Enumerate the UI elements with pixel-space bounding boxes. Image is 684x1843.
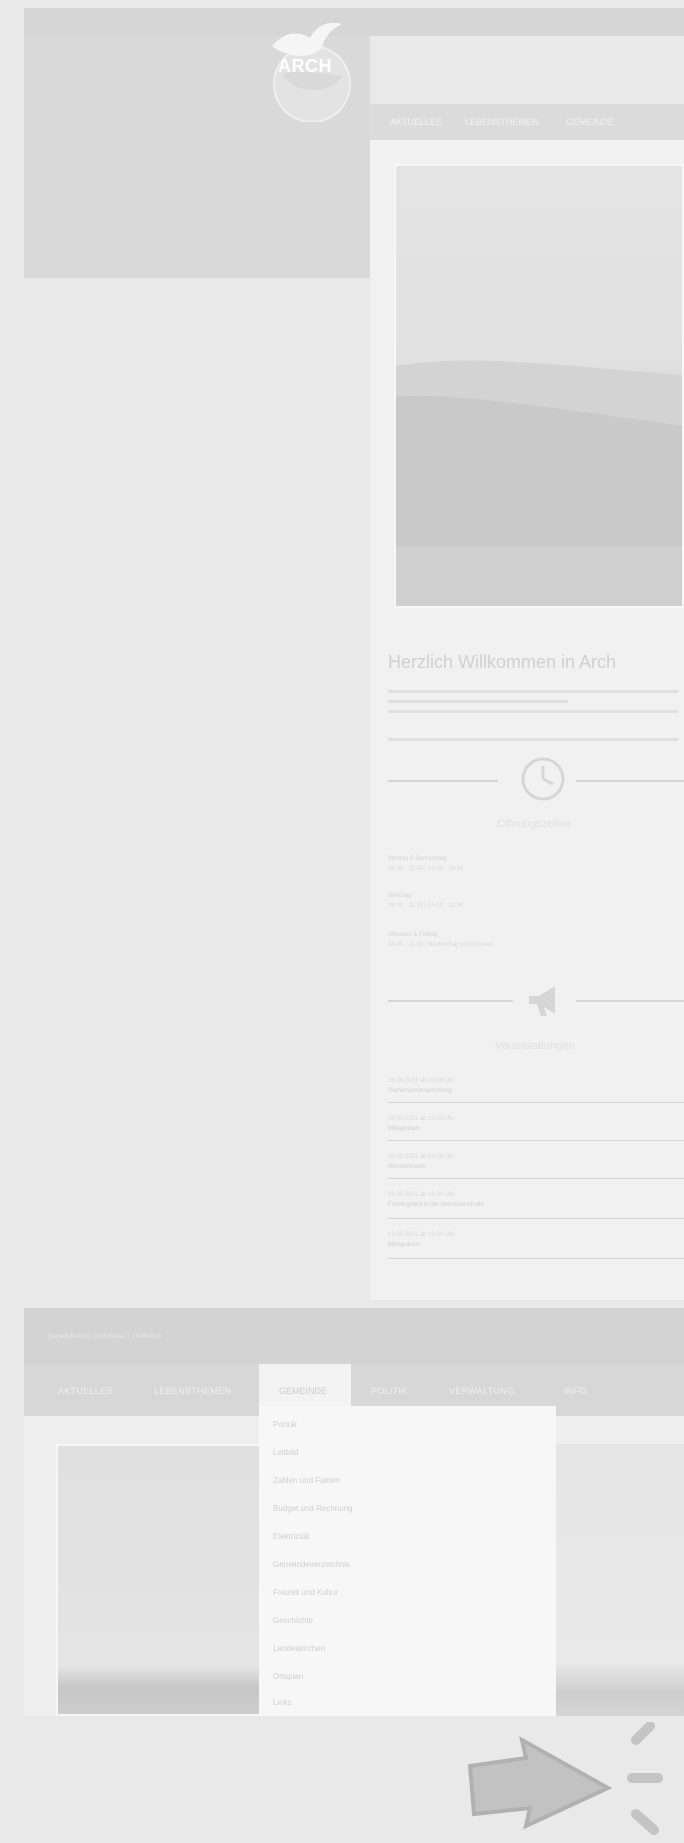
welcome-title: Herzlich Willkommen in Arch bbox=[388, 652, 617, 672]
nav-item-gemeinde-label: GEMEINDE bbox=[279, 1386, 328, 1396]
dropdown-item-freizeit-und-kultur[interactable]: Freizeit und Kultur bbox=[273, 1588, 338, 1597]
top-navigation: AKTUELLES LEBENSTHEMEN GEMEINDE bbox=[370, 104, 684, 140]
logo-wordmark: ARCH bbox=[278, 56, 332, 76]
event-separator bbox=[388, 1140, 684, 1141]
hours-label: Mittwoch & Freitag bbox=[388, 932, 438, 938]
hours-label: Dienstag bbox=[388, 893, 412, 899]
event-name[interactable]: Frühlingsfest in der Mehrzweckhalle bbox=[388, 1202, 484, 1208]
dropdown-item-links[interactable]: Links bbox=[273, 1698, 292, 1707]
divider bbox=[388, 780, 498, 782]
landscape-hills-illustration bbox=[396, 360, 682, 606]
dropdown-item-landeskirchen[interactable]: Landeskirchen bbox=[273, 1644, 325, 1653]
event-name[interactable]: Gemeindeversammlung bbox=[388, 1088, 452, 1094]
event-date: 12.05.2021 ab 12.00 Uhr bbox=[388, 1232, 455, 1238]
footer-address: Gemeinde Arch | Dorfstrasse 7 | 3296 Arc… bbox=[48, 1334, 162, 1340]
event-name[interactable]: Mittagstisch bbox=[388, 1242, 420, 1248]
event-separator bbox=[388, 1178, 684, 1179]
lower-hero-photo bbox=[56, 1444, 261, 1716]
clock-icon bbox=[520, 756, 566, 807]
divider bbox=[576, 1000, 684, 1002]
dropdown-item-budget-und-rechnung[interactable]: Budget und Rechnung bbox=[273, 1504, 353, 1513]
nav-item-politik[interactable]: POLITIK bbox=[371, 1386, 408, 1396]
dropdown-item-zahlen-und-fakten[interactable]: Zahlen und Fakten bbox=[273, 1476, 340, 1485]
footer-band: Gemeinde Arch | Dorfstrasse 7 | 3296 Arc… bbox=[24, 1308, 684, 1366]
events-title: Veranstaltungen bbox=[495, 1040, 575, 1052]
megaphone-icon bbox=[525, 980, 565, 1025]
event-separator bbox=[388, 1102, 684, 1103]
event-name[interactable]: Wochenmarkt bbox=[388, 1164, 425, 1170]
dropdown-item-geschichte[interactable]: Geschichte bbox=[273, 1616, 313, 1625]
opening-hours-title: Öffnungszeiten bbox=[497, 818, 571, 830]
text-line bbox=[388, 690, 678, 693]
gemeinde-dropdown-menu: Porträt Leitbild Zahlen und Fakten Budge… bbox=[259, 1406, 556, 1716]
event-separator bbox=[388, 1258, 684, 1259]
divider bbox=[576, 780, 684, 782]
event-date: 05.05.2021 ab 09.00 Uhr bbox=[388, 1154, 455, 1160]
text-line bbox=[388, 700, 568, 703]
nav-item-info[interactable]: INFO bbox=[564, 1386, 587, 1396]
dropdown-item-leitbild[interactable]: Leitbild bbox=[273, 1448, 298, 1457]
dropdown-item-gemeindeverzeichnis[interactable]: Gemeindeverzeichnis bbox=[273, 1560, 350, 1569]
event-date: 26.04.2021 ab 20.00 Uhr bbox=[388, 1078, 455, 1084]
hours-label: Montag & Donnerstag bbox=[388, 856, 447, 862]
event-date: 29.04.2021 ab 19.00 Uhr bbox=[388, 1116, 455, 1122]
divider bbox=[388, 1000, 513, 1002]
top-nav-item-lebensthemen[interactable]: LEBENSTHEMEN bbox=[465, 117, 539, 127]
nav-item-verwaltung[interactable]: VERWALTUNG bbox=[449, 1386, 514, 1396]
event-date: 08.05.2021 ab 10.00 Uhr bbox=[388, 1192, 455, 1198]
hours-value: 08.30 - 11.30 / 14.00 - 16.30 bbox=[388, 866, 464, 872]
nav-item-aktuelles[interactable]: AKTUELLES bbox=[58, 1386, 113, 1396]
hours-value: 08.30 - 11.30 / Nachmittag geschlossen bbox=[388, 942, 494, 948]
top-nav-item-gemeinde[interactable]: GEMEINDE bbox=[566, 117, 614, 127]
hours-value: 08.30 - 11.30 / 14.00 - 18.00 bbox=[388, 903, 464, 909]
top-nav-item-aktuelles[interactable]: AKTUELLES bbox=[390, 117, 442, 127]
site-logo[interactable]: ARCH bbox=[254, 12, 360, 123]
lower-hero-photo-continuation bbox=[556, 1444, 684, 1716]
nav-item-lebensthemen[interactable]: LEBENSTHEMEN bbox=[154, 1386, 231, 1396]
dropdown-item-portraet[interactable]: Porträt bbox=[273, 1420, 297, 1429]
hero-landscape-photo bbox=[394, 164, 684, 608]
dropdown-item-elektrizitaet[interactable]: Elektrizität bbox=[273, 1532, 310, 1541]
event-name[interactable]: Mittagstisch bbox=[388, 1126, 420, 1132]
event-separator bbox=[388, 1218, 684, 1219]
dropdown-item-ortsplan[interactable]: Ortsplan bbox=[273, 1672, 303, 1681]
text-line bbox=[388, 738, 678, 741]
text-line bbox=[388, 710, 678, 713]
click-cursor-icon bbox=[460, 1721, 684, 1843]
